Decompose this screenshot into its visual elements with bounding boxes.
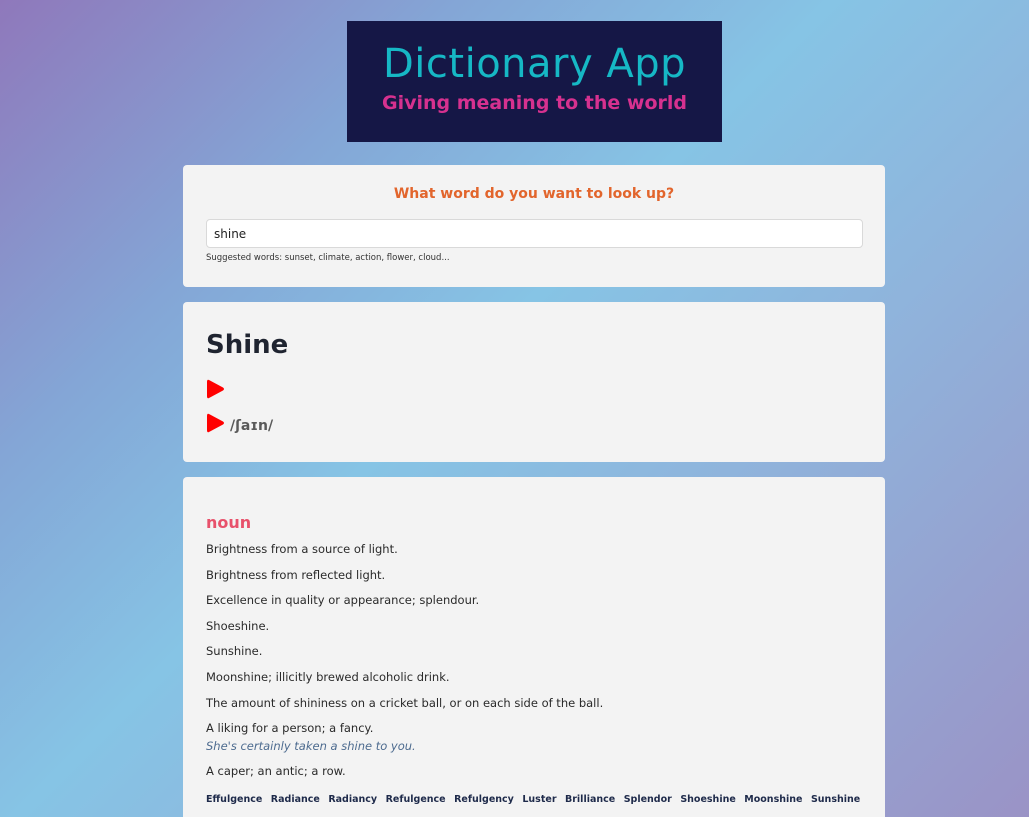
definition-text: Shoeshine. [206,618,270,633]
synonym-item[interactable]: Effulgence [206,794,262,805]
synonym-item[interactable]: Splendor [624,794,672,805]
play-icon[interactable] [206,413,225,433]
phonetic-text: /ʃaɪn/ [230,418,274,434]
logo-title: Dictionary App [382,41,686,87]
definition-text: A liking for a person; a fancy. [206,721,374,736]
definition-text: Brightness from reflected light. [206,567,386,582]
synonym-item[interactable]: Radiance [271,794,320,805]
definition-item: Sunshine. [206,644,856,670]
definition-text: The amount of shininess on a cricket bal… [206,695,604,710]
definition-item: The amount of shininess on a cricket bal… [206,696,856,722]
synonym-item[interactable]: Luster [522,794,556,805]
search-heading: What word do you want to look up? [393,186,675,202]
synonym-item[interactable]: Radiancy [328,794,377,805]
definition-item: Moonshine; illicitly brewed alcoholic dr… [206,670,856,696]
definition-text: Excellence in quality or appearance; spl… [206,593,480,608]
definition-item: Brightness from a source of light. [206,542,856,568]
definition-example: She's certainly taken a shine to you. [206,739,416,754]
definition-item: A liking for a person; a fancy. She's ce… [206,721,856,764]
synonym-item[interactable]: Sunshine [811,794,860,805]
play-icon[interactable] [206,379,225,399]
logo-subtitle: Giving meaning to the world [382,92,687,114]
word-card: Shine /ʃaɪn/ [183,302,885,462]
definition-text: A caper; an antic; a row. [206,764,346,779]
definition-item: Shoeshine. [206,619,856,645]
definition-list: Brightness from a source of light. Brigh… [206,542,856,790]
part-of-speech: noun [206,513,252,532]
synonym-item[interactable]: Refulgency [454,794,514,805]
word-title: Shine [206,330,289,360]
search-input[interactable] [206,219,863,248]
definition-text: Brightness from a source of light. [206,542,398,556]
definition-text: Sunshine. [206,644,263,659]
synonym-item[interactable]: Brilliance [565,794,615,805]
suggested-words: Suggested words: sunset, climate, action… [206,253,450,263]
definition-item: A caper; an antic; a row. [206,764,856,790]
search-card: What word do you want to look up? Sugges… [183,165,885,287]
synonym-item[interactable]: Shoeshine [680,794,735,805]
meaning-card: noun Brightness from a source of light. … [183,477,885,817]
definition-item: Excellence in quality or appearance; spl… [206,593,856,619]
synonym-item[interactable]: Refulgence [386,794,446,805]
definition-text: Moonshine; illicitly brewed alcoholic dr… [206,669,450,684]
synonym-item[interactable]: Moonshine [744,794,802,805]
app-logo: Dictionary App Giving meaning to the wor… [347,21,722,142]
definition-item: Brightness from reflected light. [206,568,856,594]
synonym-list: Effulgence Radiance Radiancy Refulgence … [206,794,860,805]
